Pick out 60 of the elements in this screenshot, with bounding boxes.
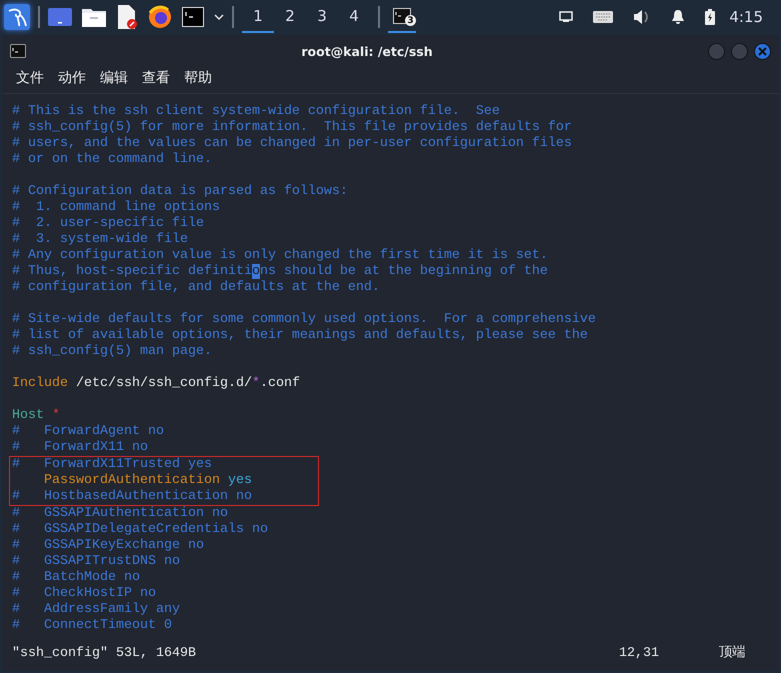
window-count-badge: 3 [405, 15, 416, 26]
folder-icon[interactable] [82, 6, 106, 26]
code-line: Host * [12, 408, 61, 424]
keyboard-icon[interactable] [593, 10, 614, 22]
code-line: # users, and the values can be changed in per-user configuration files [12, 136, 573, 152]
workspace-button[interactable]: 4 [338, 0, 370, 33]
code-line: PasswordAuthentication yes [42, 473, 252, 489]
code-line: # HostbasedAuthentication no [12, 489, 252, 505]
cursor-position: 12,31 [619, 646, 660, 662]
code-line: # CheckHostIP no [12, 586, 157, 602]
code-line: # This is the ssh client system-wide configuration file. See [12, 104, 501, 120]
code-line: # 2. user-specific file [12, 216, 205, 232]
code-line: # ConnectTimeout 0 [12, 618, 173, 634]
terminal-icon [393, 8, 411, 24]
code-line: # AddressFamily any [12, 602, 181, 618]
code-line: # 1. command line options [12, 200, 221, 216]
battery-icon[interactable] [705, 8, 716, 24]
terminal-task-button[interactable]: 3 [388, 0, 416, 33]
document-icon[interactable] [116, 4, 138, 28]
code-line: # GSSAPITrustDNS no [12, 554, 181, 570]
terminal-icon [10, 44, 26, 58]
code-line: # Thus, host-specific definitions should be at the beginning of the [12, 264, 549, 280]
code-line: # BatchMode no [12, 570, 141, 586]
clock: 4:15 [729, 8, 763, 26]
browser-icon[interactable] [148, 4, 172, 28]
code-line: # ssh_config(5) for more information. This file provides defaults for [12, 120, 573, 136]
code-line: # ForwardX11Trusted yes [12, 457, 213, 473]
desktop-icon[interactable] [48, 8, 72, 26]
network-icon[interactable] [559, 10, 574, 22]
code-line: # ssh_config(5) man page. [12, 344, 213, 360]
scroll-position: 顶端 [719, 646, 746, 662]
code-line: # Any configuration value is only changed the first time it is set. [12, 248, 549, 264]
code-line: # or on the command line. [12, 152, 213, 168]
code-line: # ForwardX11 no [12, 440, 149, 456]
close-icon [758, 46, 767, 56]
code-line: Include /etc/ssh/ssh_config.d/*.conf [12, 376, 301, 392]
code-line: # configuration file, and defaults at the end. [12, 280, 381, 296]
window-title: root@kali: /etc/ssh [300, 44, 434, 58]
code-line: # list of available options, their meanings and defaults, please see the [12, 328, 589, 344]
status-message: "ssh_config" 53L, 1649B [12, 646, 196, 662]
terminal-icon[interactable] [182, 6, 204, 26]
menu-item[interactable]: 查看 [142, 69, 170, 87]
workspace-button[interactable]: 2 [274, 0, 306, 33]
code-line: # GSSAPIAuthentication no [12, 506, 229, 522]
code-line: # ForwardAgent no [12, 424, 165, 440]
workspace-button[interactable]: 3 [306, 0, 338, 33]
code-line: # GSSAPIDelegateCredentials no [12, 522, 269, 538]
kali-menu-button[interactable] [4, 4, 30, 30]
code-line: # 3. system-wide file [12, 232, 189, 248]
chevron-icon[interactable] [214, 14, 224, 20]
workspace-button[interactable]: 1 [242, 0, 274, 33]
menu-item[interactable]: 编辑 [100, 69, 128, 87]
menu-item[interactable]: 文件 [16, 69, 44, 87]
close-button[interactable] [754, 42, 771, 60]
menu-item[interactable]: 帮助 [184, 69, 212, 87]
menu-item[interactable]: 动作 [58, 69, 86, 87]
code-line: # GSSAPIKeyExchange no [12, 538, 205, 554]
code-line: # Site-wide defaults for some commonly used options. For a comprehensive [12, 312, 597, 328]
code-line: # Configuration data is parsed as follows: [12, 184, 349, 200]
bell-icon[interactable] [671, 8, 686, 24]
